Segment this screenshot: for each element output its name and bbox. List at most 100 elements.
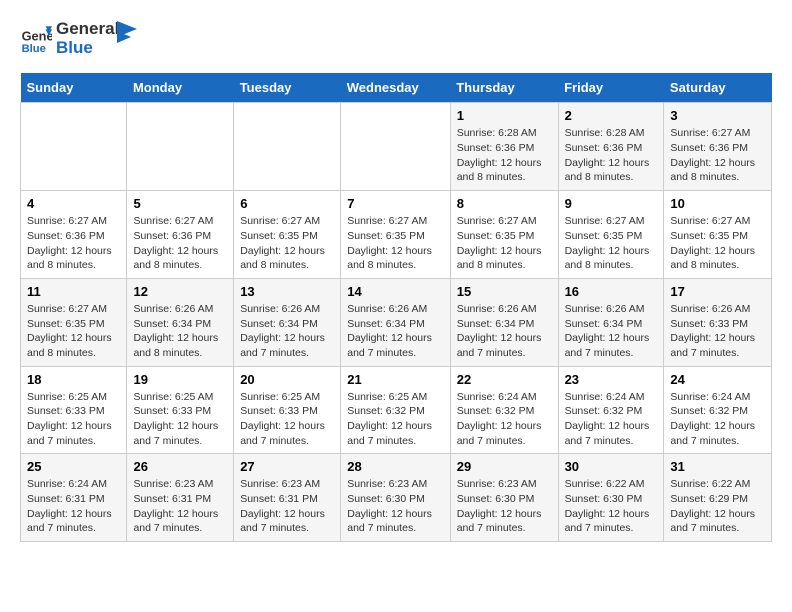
day-cell: 15Sunrise: 6:26 AM Sunset: 6:34 PM Dayli… — [450, 278, 558, 366]
day-info: Sunrise: 6:25 AM Sunset: 6:33 PM Dayligh… — [240, 390, 334, 449]
day-number: 5 — [133, 196, 227, 211]
day-info: Sunrise: 6:27 AM Sunset: 6:35 PM Dayligh… — [457, 214, 552, 273]
day-info: Sunrise: 6:24 AM Sunset: 6:32 PM Dayligh… — [457, 390, 552, 449]
day-info: Sunrise: 6:28 AM Sunset: 6:36 PM Dayligh… — [565, 126, 658, 185]
day-info: Sunrise: 6:22 AM Sunset: 6:30 PM Dayligh… — [565, 477, 658, 536]
day-cell: 16Sunrise: 6:26 AM Sunset: 6:34 PM Dayli… — [558, 278, 664, 366]
day-cell: 22 Sunrise: 6:24 AM Sunset: 6:32 PM Dayli… — [450, 366, 558, 454]
logo: General Blue General Blue — [20, 20, 137, 57]
week-row-4: 18 Sunrise: 6:25 AM Sunset: 6:33 PM Dayli… — [21, 366, 772, 454]
day-number: 7 — [347, 196, 443, 211]
day-number: 30 — [565, 459, 658, 474]
day-cell — [21, 103, 127, 191]
day-info: Sunrise: 6:27 AM Sunset: 6:35 PM Dayligh… — [27, 302, 120, 361]
day-number: 2 — [565, 108, 658, 123]
day-cell: 1 Sunrise: 6:28 AM Sunset: 6:36 PM Daylig… — [450, 103, 558, 191]
day-info: Sunrise: 6:27 AM Sunset: 6:35 PM Dayligh… — [670, 214, 765, 273]
day-cell: 28 Sunrise: 6:23 AM Sunset: 6:30 PM Dayli… — [341, 454, 450, 542]
day-info: Sunrise: 6:26 AM Sunset: 6:34 PM Dayligh… — [347, 302, 443, 361]
day-cell: 31Sunrise: 6:22 AM Sunset: 6:29 PM Dayli… — [664, 454, 772, 542]
calendar-table: SundayMondayTuesdayWednesdayThursdayFrid… — [20, 73, 772, 542]
day-number: 14 — [347, 284, 443, 299]
day-cell: 4Sunrise: 6:27 AM Sunset: 6:36 PM Daylig… — [21, 191, 127, 279]
day-number: 27 — [240, 459, 334, 474]
day-cell: 25 Sunrise: 6:24 AM Sunset: 6:31 PM Dayli… — [21, 454, 127, 542]
day-info: Sunrise: 6:23 AM Sunset: 6:30 PM Dayligh… — [457, 477, 552, 536]
day-number: 9 — [565, 196, 658, 211]
week-row-3: 11 Sunrise: 6:27 AM Sunset: 6:35 PM Dayli… — [21, 278, 772, 366]
day-number: 23 — [565, 372, 658, 387]
header-monday: Monday — [127, 73, 234, 103]
day-cell: 26Sunrise: 6:23 AM Sunset: 6:31 PM Dayli… — [127, 454, 234, 542]
day-cell: 21 Sunrise: 6:25 AM Sunset: 6:32 PM Dayli… — [341, 366, 450, 454]
day-info: Sunrise: 6:24 AM Sunset: 6:31 PM Dayligh… — [27, 477, 120, 536]
day-info: Sunrise: 6:27 AM Sunset: 6:35 PM Dayligh… — [240, 214, 334, 273]
day-cell — [127, 103, 234, 191]
day-cell: 9 Sunrise: 6:27 AM Sunset: 6:35 PM Daylig… — [558, 191, 664, 279]
day-number: 24 — [670, 372, 765, 387]
header-friday: Friday — [558, 73, 664, 103]
header-thursday: Thursday — [450, 73, 558, 103]
day-number: 10 — [670, 196, 765, 211]
day-cell: 5 Sunrise: 6:27 AM Sunset: 6:36 PM Daylig… — [127, 191, 234, 279]
day-number: 22 — [457, 372, 552, 387]
day-number: 25 — [27, 459, 120, 474]
day-cell: 7 Sunrise: 6:27 AM Sunset: 6:35 PM Daylig… — [341, 191, 450, 279]
day-cell — [341, 103, 450, 191]
day-info: Sunrise: 6:26 AM Sunset: 6:34 PM Dayligh… — [133, 302, 227, 361]
day-number: 28 — [347, 459, 443, 474]
header-tuesday: Tuesday — [234, 73, 341, 103]
day-info: Sunrise: 6:28 AM Sunset: 6:36 PM Dayligh… — [457, 126, 552, 185]
day-cell: 10 Sunrise: 6:27 AM Sunset: 6:35 PM Dayli… — [664, 191, 772, 279]
day-info: Sunrise: 6:24 AM Sunset: 6:32 PM Dayligh… — [565, 390, 658, 449]
day-cell: 29 Sunrise: 6:23 AM Sunset: 6:30 PM Dayli… — [450, 454, 558, 542]
day-info: Sunrise: 6:25 AM Sunset: 6:33 PM Dayligh… — [27, 390, 120, 449]
day-number: 1 — [457, 108, 552, 123]
day-number: 13 — [240, 284, 334, 299]
day-number: 12 — [133, 284, 227, 299]
day-number: 21 — [347, 372, 443, 387]
day-info: Sunrise: 6:23 AM Sunset: 6:30 PM Dayligh… — [347, 477, 443, 536]
day-number: 18 — [27, 372, 120, 387]
day-cell: 17 Sunrise: 6:26 AM Sunset: 6:33 PM Dayli… — [664, 278, 772, 366]
day-info: Sunrise: 6:22 AM Sunset: 6:29 PM Dayligh… — [670, 477, 765, 536]
day-info: Sunrise: 6:27 AM Sunset: 6:36 PM Dayligh… — [133, 214, 227, 273]
day-number: 6 — [240, 196, 334, 211]
day-cell: 19 Sunrise: 6:25 AM Sunset: 6:33 PM Dayli… — [127, 366, 234, 454]
day-cell: 24 Sunrise: 6:24 AM Sunset: 6:32 PM Dayli… — [664, 366, 772, 454]
day-number: 17 — [670, 284, 765, 299]
day-cell: 14 Sunrise: 6:26 AM Sunset: 6:34 PM Dayli… — [341, 278, 450, 366]
day-info: Sunrise: 6:27 AM Sunset: 6:35 PM Dayligh… — [347, 214, 443, 273]
day-info: Sunrise: 6:27 AM Sunset: 6:36 PM Dayligh… — [670, 126, 765, 185]
day-cell: 12 Sunrise: 6:26 AM Sunset: 6:34 PM Dayli… — [127, 278, 234, 366]
day-cell: 13Sunrise: 6:26 AM Sunset: 6:34 PM Dayli… — [234, 278, 341, 366]
day-info: Sunrise: 6:26 AM Sunset: 6:34 PM Dayligh… — [565, 302, 658, 361]
week-row-2: 4Sunrise: 6:27 AM Sunset: 6:36 PM Daylig… — [21, 191, 772, 279]
header-saturday: Saturday — [664, 73, 772, 103]
day-info: Sunrise: 6:25 AM Sunset: 6:32 PM Dayligh… — [347, 390, 443, 449]
day-number: 11 — [27, 284, 120, 299]
day-cell: 30 Sunrise: 6:22 AM Sunset: 6:30 PM Dayli… — [558, 454, 664, 542]
day-number: 19 — [133, 372, 227, 387]
svg-text:Blue: Blue — [22, 42, 46, 54]
day-cell: 6 Sunrise: 6:27 AM Sunset: 6:35 PM Daylig… — [234, 191, 341, 279]
logo-icon: General Blue — [20, 23, 52, 55]
day-info: Sunrise: 6:23 AM Sunset: 6:31 PM Dayligh… — [240, 477, 334, 536]
header-wednesday: Wednesday — [341, 73, 450, 103]
day-cell: 8 Sunrise: 6:27 AM Sunset: 6:35 PM Daylig… — [450, 191, 558, 279]
day-number: 3 — [670, 108, 765, 123]
day-cell: 23 Sunrise: 6:24 AM Sunset: 6:32 PM Dayli… — [558, 366, 664, 454]
day-cell: 27 Sunrise: 6:23 AM Sunset: 6:31 PM Dayli… — [234, 454, 341, 542]
day-info: Sunrise: 6:25 AM Sunset: 6:33 PM Dayligh… — [133, 390, 227, 449]
logo-general: General — [56, 20, 119, 39]
week-row-5: 25 Sunrise: 6:24 AM Sunset: 6:31 PM Dayli… — [21, 454, 772, 542]
logo-flag-icon — [117, 21, 137, 49]
day-number: 20 — [240, 372, 334, 387]
day-info: Sunrise: 6:24 AM Sunset: 6:32 PM Dayligh… — [670, 390, 765, 449]
day-cell: 20 Sunrise: 6:25 AM Sunset: 6:33 PM Dayli… — [234, 366, 341, 454]
day-number: 29 — [457, 459, 552, 474]
day-number: 15 — [457, 284, 552, 299]
day-info: Sunrise: 6:27 AM Sunset: 6:35 PM Dayligh… — [565, 214, 658, 273]
day-number: 8 — [457, 196, 552, 211]
day-info: Sunrise: 6:26 AM Sunset: 6:33 PM Dayligh… — [670, 302, 765, 361]
